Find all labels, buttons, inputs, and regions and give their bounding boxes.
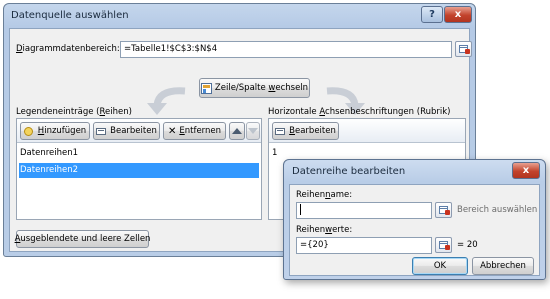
text-caret <box>300 204 301 215</box>
cancel-button[interactable]: Abbrechen <box>472 257 534 275</box>
edit-icon <box>275 126 286 137</box>
help-icon: ? <box>429 9 435 20</box>
legend-entries-label: Legendeneinträge (Reihen) <box>16 107 132 117</box>
edit-series-dialog: Datenreihe bearbeiten x Reihenname: Bere… <box>283 159 546 280</box>
switch-row-column-button[interactable]: Zeile/Spalte wechseln <box>199 78 310 98</box>
add-series-button[interactable]: Hinzufügen <box>20 122 90 140</box>
chart-data-range-value: =Tabelle1!$C$3:$N$4 <box>124 44 218 54</box>
legend-entries-panel: Hinzufügen Bearbeiten ✕ Entfernen Datenr… <box>16 118 262 220</box>
cell-range-icon-marker <box>445 245 450 250</box>
chart-data-range-label: Diagrammdatenbereich: <box>16 44 120 54</box>
series-values-result: = 20 <box>457 240 478 250</box>
edit-series-dialog-title: Datenreihe bearbeiten <box>292 166 406 177</box>
edit-series-close-button[interactable]: x <box>512 162 540 179</box>
series-values-label: Reihenwerte: <box>296 225 353 235</box>
range-collapse-button[interactable] <box>455 41 472 57</box>
ok-button-label: OK <box>433 261 447 271</box>
help-button[interactable]: ? <box>421 6 443 23</box>
remove-series-button[interactable]: ✕ Entfernen <box>163 122 226 140</box>
series-list-item-label: Datenreihen2 <box>20 165 79 175</box>
switch-row-column-label: Zeile/Spalte wechseln <box>214 83 309 93</box>
close-icon: x <box>454 9 462 20</box>
close-button[interactable]: x <box>444 6 472 23</box>
cell-range-icon-line <box>460 47 467 48</box>
chart-data-range-input[interactable]: =Tabelle1!$C$3:$N$4 <box>120 41 452 58</box>
series-name-input[interactable] <box>296 202 432 219</box>
dialog-title: Datenquelle auswählen <box>11 10 129 21</box>
edit-axis-labels-label: Bearbeiten <box>289 126 336 136</box>
ok-button[interactable]: OK <box>412 257 468 275</box>
cell-range-icon-line <box>440 208 447 209</box>
remove-series-label: Entfernen <box>179 126 222 136</box>
move-down-icon <box>248 128 258 134</box>
axis-list-item-label: 1 <box>272 148 278 158</box>
series-list-item-label: Datenreihen1 <box>20 148 79 158</box>
cell-range-icon-marker <box>465 49 470 54</box>
select-range-hint: Bereich auswählen <box>457 205 538 215</box>
move-down-button[interactable] <box>246 122 260 140</box>
remove-icon: ✕ <box>167 125 177 137</box>
series-list-item[interactable]: Datenreihen1 <box>19 146 259 161</box>
add-icon <box>23 126 35 137</box>
edit-series-label: Bearbeiten <box>110 126 157 136</box>
cell-range-icon-marker <box>445 210 450 215</box>
left-curve-arrow-icon <box>147 87 186 115</box>
series-name-collapse-button[interactable] <box>435 202 452 218</box>
series-values-input[interactable]: ={20} <box>296 237 432 254</box>
move-up-icon <box>232 128 242 134</box>
switch-row-column-icon <box>200 82 212 94</box>
cell-range-icon-line <box>440 243 447 244</box>
series-list-item-selected[interactable]: Datenreihen2 <box>19 163 259 178</box>
move-up-button[interactable] <box>229 122 245 140</box>
axis-labels-label: Horizontale Achsenbeschriftungen (Rubrik… <box>268 107 451 117</box>
edit-series-client-area: Reihenname: Bereich auswählen Reihenwert… <box>289 184 540 276</box>
cancel-button-label: Abbrechen <box>480 261 526 271</box>
edit-series-button[interactable]: Bearbeiten <box>93 122 160 140</box>
close-icon: x <box>522 165 530 176</box>
edit-icon <box>96 126 107 137</box>
add-series-label: Hinzufügen <box>37 126 87 136</box>
hidden-empty-cells-button[interactable]: Ausgeblendete und leere Zellen <box>14 230 151 248</box>
edit-axis-labels-button[interactable]: Bearbeiten <box>272 122 339 140</box>
series-values-collapse-button[interactable] <box>435 237 452 253</box>
hidden-empty-cells-label: Ausgeblendete und leere Zellen <box>14 234 151 244</box>
series-name-label: Reihenname: <box>296 190 353 200</box>
series-values-value: ={20} <box>300 240 329 250</box>
